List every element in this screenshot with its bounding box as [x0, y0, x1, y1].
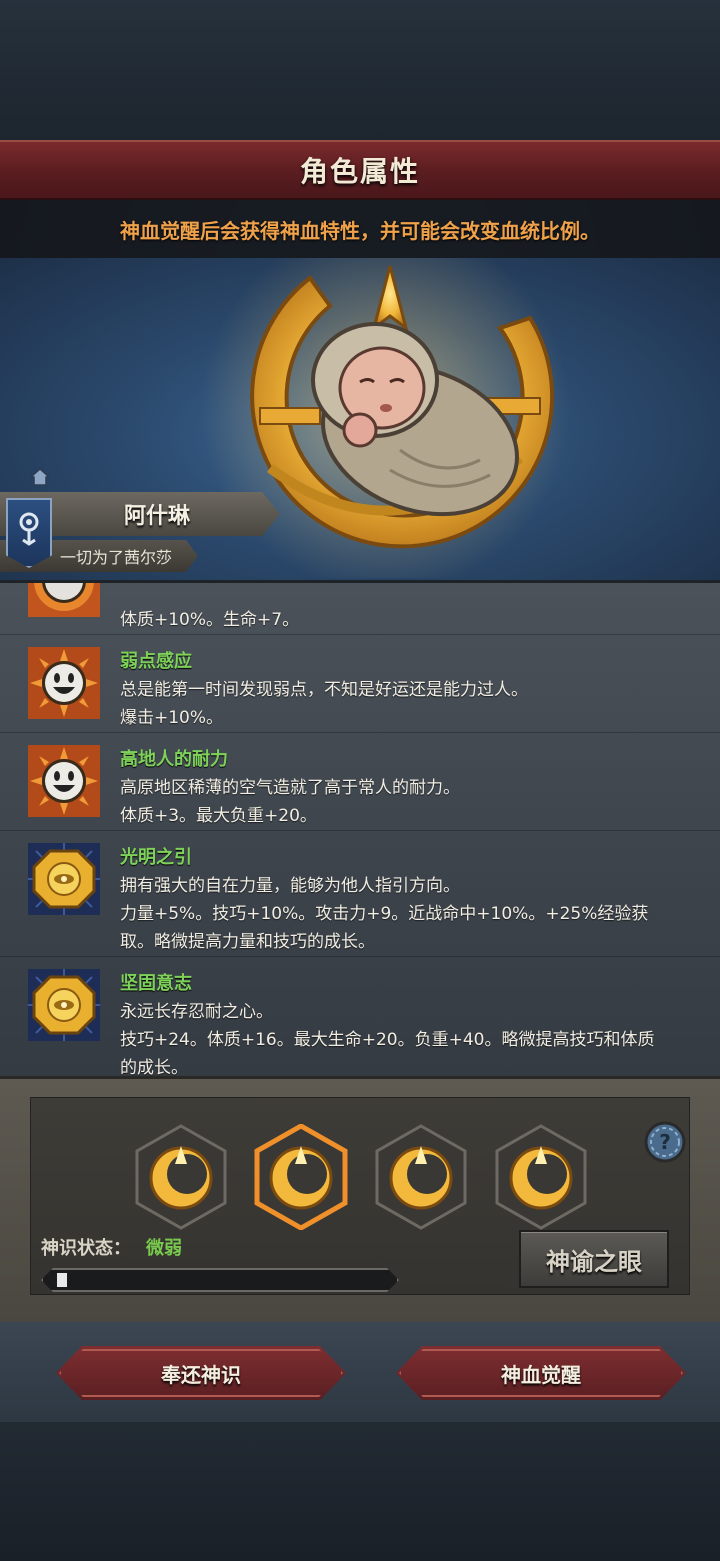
trait-description: 拥有强大的自在力量，能够为他人指引方向。: [120, 876, 460, 896]
trait-effect-line: 的成长。: [120, 1058, 188, 1076]
trait-name: 弱点感应: [120, 651, 192, 672]
divine-sense-slot-2-selected[interactable]: [253, 1124, 349, 1230]
gold-eye-emblem-icon: [28, 843, 100, 915]
home-icon[interactable]: [30, 468, 50, 486]
notice-bar: 神血觉醒后会获得神血特性，并可能会改变血统比例。: [0, 200, 720, 258]
blood-awaken-label: 神血觉醒: [501, 1362, 581, 1387]
trait-list[interactable]: 体质+10%。生命+7。 弱点感应 总是能第一时间发现弱点，不知是好运还是能力过…: [0, 580, 720, 1076]
help-icon[interactable]: ?: [643, 1120, 687, 1164]
blood-awaken-button[interactable]: 神血觉醒: [396, 1346, 686, 1400]
divine-sense-progress-bar: [41, 1268, 399, 1292]
character-subtitle: 一切为了茜尔莎: [60, 548, 173, 567]
return-divine-sense-button[interactable]: 奉还神识: [56, 1346, 346, 1400]
swaddled-baby-portrait: [311, 322, 519, 517]
list-item[interactable]: 光明之引 拥有强大的自在力量，能够为他人指引方向。 力量+5%。技巧+10%。攻…: [0, 831, 720, 957]
faction-crest-icon: [19, 512, 39, 546]
list-item[interactable]: 体质+10%。生命+7。: [0, 583, 720, 635]
divine-sense-panel: ? 神识状态： 微弱 神谕之眼: [0, 1076, 720, 1322]
faction-banner-icon: [6, 498, 52, 568]
bottom-background: [0, 1422, 720, 1561]
oracle-eye-button-label: 神谕之眼: [546, 1247, 642, 1276]
trait-description: 高原地区稀薄的空气造就了高于常人的耐力。: [120, 778, 460, 798]
notice-text: 神血觉醒后会获得神血特性，并可能会改变血统比例。: [120, 218, 600, 243]
trait-effect-line: 取。略微提高力量和技巧的成长。: [120, 932, 375, 952]
trait-effect-line: 体质+10%。生命+7。: [120, 610, 300, 630]
trait-description: 永远长存忍耐之心。: [120, 1002, 273, 1022]
progress-fill: [57, 1273, 67, 1287]
list-item[interactable]: 弱点感应 总是能第一时间发现弱点，不知是好运还是能力过人。 爆击+10%。: [0, 635, 720, 733]
gold-eye-emblem-icon: [28, 969, 100, 1041]
divine-sense-status-value: 微弱: [146, 1238, 182, 1259]
divine-sense-slot-1[interactable]: [133, 1124, 229, 1230]
list-item[interactable]: 高地人的耐力 高原地区稀薄的空气造就了高于常人的耐力。 体质+3。最大负重+20…: [0, 733, 720, 831]
divine-sense-status-label: 神识状态：: [41, 1238, 131, 1259]
sun-face-icon: [28, 647, 100, 719]
trait-effect-line: 技巧+24。体质+16。最大生命+20。负重+40。略微提高技巧和体质: [120, 1030, 655, 1050]
sun-face-icon: [28, 583, 100, 617]
page-title: 角色属性: [299, 155, 420, 188]
action-footer: 奉还神识 神血觉醒: [0, 1322, 720, 1422]
character-name: 阿什琳: [124, 504, 191, 529]
trait-effect-line: 力量+5%。技巧+10%。攻击力+9。近战命中+10%。+25%经验获: [120, 904, 649, 924]
trait-effect-line: 爆击+10%。: [120, 708, 224, 728]
list-item[interactable]: 坚固意志 永远长存忍耐之心。 技巧+24。体质+16。最大生命+20。负重+40…: [0, 957, 720, 1076]
oracle-eye-button[interactable]: 神谕之眼: [519, 1230, 669, 1288]
title-bar: 角色属性: [0, 140, 720, 200]
trait-name: 坚固意志: [120, 973, 192, 994]
trait-effect-line: 体质+3。最大负重+20。: [120, 806, 317, 826]
svg-text:?: ?: [659, 1130, 671, 1154]
top-background: [0, 0, 720, 140]
divine-sense-box: ? 神识状态： 微弱 神谕之眼: [30, 1097, 690, 1295]
sun-face-icon: [28, 745, 100, 817]
divine-sense-slot-3[interactable]: [373, 1124, 469, 1230]
trait-name: 光明之引: [120, 847, 192, 868]
return-divine-sense-label: 奉还神识: [161, 1362, 241, 1387]
trait-name: 高地人的耐力: [120, 749, 228, 770]
trait-description: 总是能第一时间发现弱点，不知是好运还是能力过人。: [120, 680, 528, 700]
divine-sense-slot-4[interactable]: [493, 1124, 589, 1230]
